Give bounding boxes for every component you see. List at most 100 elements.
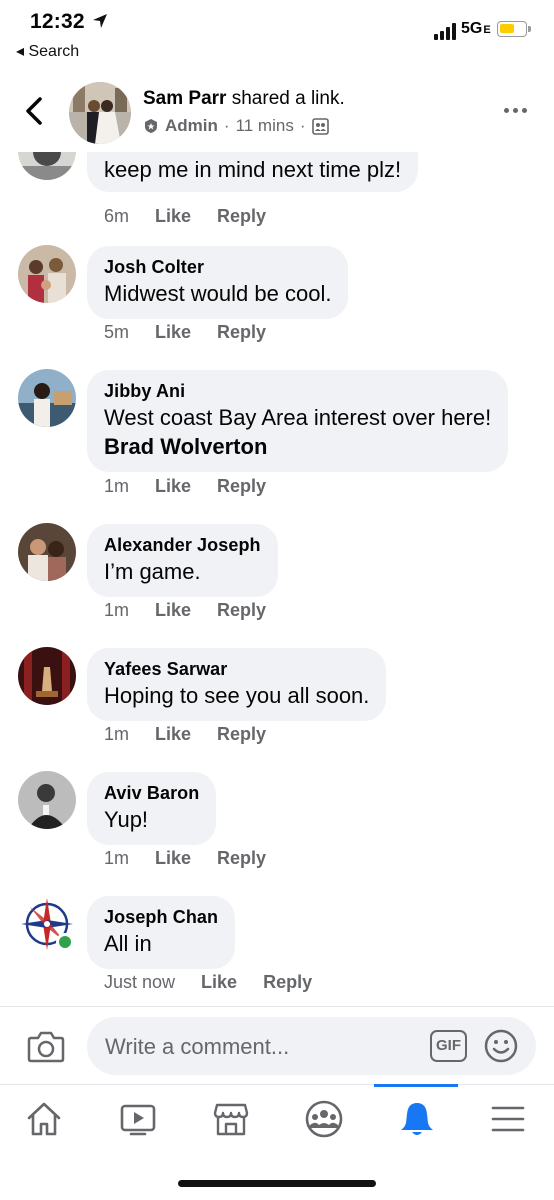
reply-button[interactable]: Reply — [217, 848, 266, 869]
like-button[interactable]: Like — [155, 476, 191, 497]
comment-meta: 6m Like Reply — [104, 206, 266, 227]
reply-button[interactable]: Reply — [263, 972, 312, 993]
like-button[interactable]: Like — [155, 724, 191, 745]
commenter-avatar[interactable] — [18, 895, 76, 953]
commenter-name[interactable]: Joseph Chan — [104, 906, 218, 929]
camera-icon[interactable] — [27, 1029, 65, 1063]
comment-input-placeholder: Write a comment... — [105, 1034, 290, 1059]
group-audience-icon — [311, 117, 329, 135]
admin-badge-icon — [145, 119, 157, 133]
comment-meta: 1m Like Reply — [104, 600, 266, 621]
post-subtitle: Admin · 11 mins · — [143, 116, 329, 136]
tab-groups[interactable] — [302, 1097, 346, 1141]
comment-text: keep me in mind next time plz! — [104, 157, 402, 182]
commenter-name[interactable]: Jibby Ani — [104, 380, 491, 403]
like-button[interactable]: Like — [201, 972, 237, 993]
post-time: 11 mins — [235, 116, 294, 135]
commenter-avatar[interactable] — [18, 647, 76, 705]
battery-icon — [497, 21, 531, 37]
commenter-name[interactable]: Yafees Sarwar — [104, 658, 369, 681]
comment-meta: 1m Like Reply — [104, 848, 266, 869]
network-type: 5GE — [461, 20, 491, 38]
like-button[interactable]: Like — [155, 322, 191, 343]
commenter-avatar[interactable] — [18, 369, 76, 427]
home-indicator — [178, 1180, 376, 1187]
status-time: 12:32 — [30, 10, 85, 33]
reply-button[interactable]: Reply — [217, 600, 266, 621]
like-button[interactable]: Like — [155, 600, 191, 621]
menu-icon — [491, 1106, 525, 1132]
online-status-dot — [56, 933, 74, 951]
post-header: Sam Parr shared a link. Admin · 11 mins … — [0, 78, 554, 150]
comment-time: Just now — [104, 972, 176, 992]
reply-button[interactable]: Reply — [217, 322, 266, 343]
comment-meta: Just now Like Reply — [104, 972, 312, 993]
commenter-avatar[interactable] — [18, 245, 76, 303]
groups-icon — [305, 1100, 343, 1138]
comment-time: 1m — [104, 600, 130, 620]
comment-bubble[interactable]: Joseph Chan All in — [87, 896, 236, 969]
comment-composer: Write a comment... GIF — [0, 1006, 554, 1084]
tab-notifications[interactable] — [395, 1097, 439, 1141]
watch-icon — [120, 1104, 156, 1136]
comment-time: 1m — [104, 476, 130, 496]
more-options-icon[interactable] — [504, 108, 527, 113]
author-role: Admin — [165, 116, 218, 135]
commenter-avatar[interactable] — [18, 523, 76, 581]
comment-time: 5m — [104, 322, 130, 342]
reply-button[interactable]: Reply — [217, 206, 266, 227]
comment-text-body: West coast Bay Area interest over here! — [104, 405, 492, 430]
comment-bubble[interactable]: Jibby Ani West coast Bay Area interest o… — [87, 370, 509, 472]
mention-link[interactable]: Brad Wolverton — [104, 434, 267, 459]
comment-time: 6m — [104, 206, 130, 226]
like-button[interactable]: Like — [155, 206, 191, 227]
comment-text: Hoping to see you all soon. — [104, 683, 370, 708]
comment-time: 1m — [104, 848, 130, 868]
emoji-icon[interactable] — [484, 1029, 518, 1063]
comment-text: West coast Bay Area interest over here! … — [104, 403, 491, 461]
status-bar: 12:32 ◂ Search 5GE — [0, 0, 554, 68]
signal-strength-icon — [434, 22, 456, 40]
tab-menu[interactable] — [486, 1097, 530, 1141]
comment-bubble[interactable]: Yafees Sarwar Hoping to see you all soon… — [87, 648, 387, 721]
home-icon — [27, 1102, 61, 1136]
comment-bubble[interactable]: Aviv Baron Yup! — [87, 772, 217, 845]
author-name[interactable]: Sam Parr — [143, 88, 226, 109]
tab-watch[interactable] — [116, 1097, 160, 1141]
active-tab-indicator — [374, 1084, 458, 1087]
separator: · — [299, 116, 306, 135]
reply-button[interactable]: Reply — [217, 724, 266, 745]
post-title: Sam Parr shared a link. — [143, 88, 345, 110]
comment-bubble[interactable]: keep me in mind next time plz! — [87, 152, 419, 192]
comment-meta: 1m Like Reply — [104, 476, 266, 497]
gif-button[interactable]: GIF — [430, 1030, 467, 1062]
location-arrow-icon — [93, 14, 107, 28]
commenter-name[interactable]: Josh Colter — [104, 256, 331, 279]
back-arrow-icon[interactable] — [22, 96, 46, 126]
tab-marketplace[interactable] — [209, 1097, 253, 1141]
comment-meta: 5m Like Reply — [104, 322, 266, 343]
reply-button[interactable]: Reply — [217, 476, 266, 497]
like-button[interactable]: Like — [155, 848, 191, 869]
comment-input[interactable]: Write a comment... GIF — [87, 1017, 536, 1075]
network-label: 5G — [461, 20, 483, 37]
comment-text: Midwest would be cool. — [104, 281, 332, 306]
comments-list: keep me in mind next time plz! 6m Like R… — [0, 152, 554, 1004]
back-to-search-link[interactable]: ◂ Search — [16, 41, 79, 61]
commenter-name[interactable]: Alexander Joseph — [104, 534, 261, 557]
comment-meta: 1m Like Reply — [104, 724, 266, 745]
comment-text: Yup! — [104, 807, 149, 832]
comment-time: 1m — [104, 724, 130, 744]
commenter-avatar[interactable] — [18, 771, 76, 829]
notifications-icon — [401, 1103, 433, 1135]
comment-text: I’m game. — [104, 559, 201, 584]
commenter-avatar[interactable] — [18, 152, 76, 180]
author-avatar[interactable] — [69, 82, 131, 144]
marketplace-icon — [213, 1103, 249, 1136]
post-action: shared a link. — [231, 88, 345, 109]
comment-bubble[interactable]: Josh Colter Midwest would be cool. — [87, 246, 349, 319]
tab-home[interactable] — [22, 1097, 66, 1141]
comment-bubble[interactable]: Alexander Joseph I’m game. — [87, 524, 278, 597]
separator: · — [223, 116, 230, 135]
commenter-name[interactable]: Aviv Baron — [104, 782, 199, 805]
